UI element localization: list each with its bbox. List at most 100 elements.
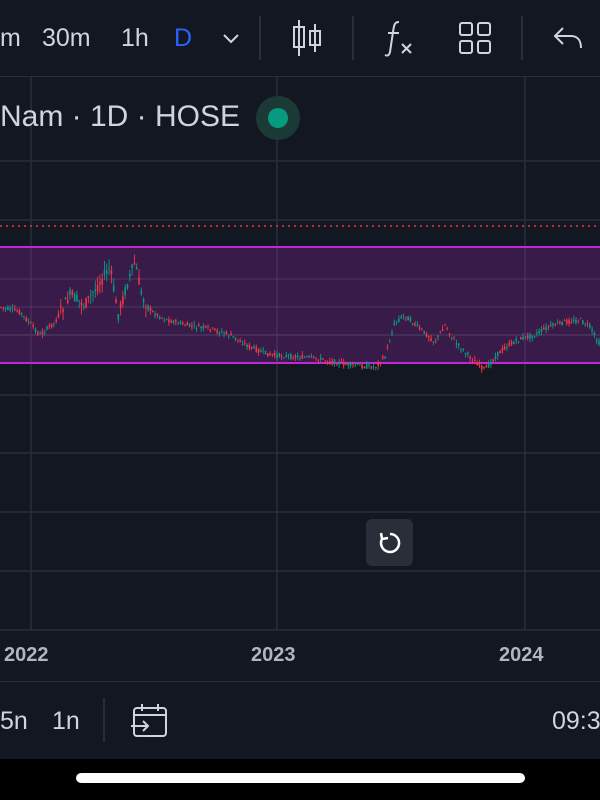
price-chart[interactable]: [0, 77, 600, 680]
candle-body: [204, 325, 207, 328]
candle-body: [324, 360, 327, 362]
candle-body: [315, 357, 317, 359]
candle-body: [536, 332, 538, 334]
home-indicator[interactable]: [76, 773, 525, 783]
candle-body: [467, 352, 469, 355]
candle-body: [115, 299, 117, 304]
candle-body: [487, 363, 490, 368]
candle-body: [152, 311, 154, 313]
candle-body: [7, 306, 9, 310]
candle-body: [214, 328, 216, 330]
toolbar-divider: [352, 16, 354, 60]
candle-body: [211, 327, 214, 329]
toolbar-divider: [259, 16, 261, 60]
candle-body: [398, 318, 400, 322]
candle-body: [133, 263, 136, 265]
candle-body: [18, 310, 21, 315]
candle-body: [241, 343, 244, 345]
candle-body: [393, 322, 396, 325]
candle-body: [340, 361, 343, 363]
candle-body: [37, 332, 39, 335]
candle-body: [582, 320, 584, 324]
candle-body: [106, 270, 108, 274]
candle-body: [513, 342, 515, 345]
candle-body: [96, 285, 99, 292]
range-5y[interactable]: 5n: [0, 682, 28, 760]
candle-body: [145, 307, 147, 309]
candle-body: [138, 277, 140, 285]
candle-body: [216, 330, 218, 333]
candle-body: [73, 293, 76, 302]
candle-body: [181, 323, 184, 325]
layout-grid-icon[interactable]: [457, 0, 493, 76]
candle-body: [570, 322, 573, 323]
candle-body: [198, 324, 200, 327]
candle-body: [154, 314, 156, 316]
interval-minutes[interactable]: m: [0, 0, 21, 76]
candle-body: [195, 328, 198, 329]
candle-body: [317, 360, 320, 362]
candle-body: [568, 319, 570, 324]
candle-body: [319, 357, 322, 360]
candle-body: [586, 323, 589, 325]
candle-body: [149, 307, 152, 311]
interval-30m[interactable]: 30m: [42, 0, 91, 76]
candle-body: [347, 362, 350, 366]
candle-body: [4, 307, 7, 309]
chevron-down-icon[interactable]: [220, 0, 242, 76]
candle-body: [561, 321, 563, 326]
candle-body: [237, 339, 239, 341]
candle-body: [103, 270, 106, 275]
toolbar-divider: [521, 16, 523, 60]
candle-body: [83, 305, 85, 307]
candle-body: [441, 329, 444, 332]
candle-body: [177, 323, 179, 325]
candle-body: [32, 324, 34, 327]
candle-body: [39, 333, 41, 335]
candle-body: [363, 366, 366, 369]
candle-body: [575, 319, 577, 323]
candle-body: [142, 299, 145, 303]
candle-body: [593, 332, 596, 335]
candle-body: [345, 364, 347, 365]
reset-chart-button[interactable]: [366, 519, 413, 566]
candle-body: [540, 329, 543, 333]
candle-body: [503, 346, 506, 350]
candle-body: [301, 354, 304, 359]
candle-body: [131, 264, 133, 269]
candle-body: [89, 294, 92, 296]
interval-day[interactable]: D: [174, 0, 192, 76]
candle-body: [407, 316, 409, 321]
candle-body: [529, 334, 531, 339]
candle-body: [499, 350, 501, 354]
candle-body: [101, 279, 103, 285]
candle-body: [510, 341, 513, 344]
candle-body: [515, 338, 517, 341]
candle-body: [43, 332, 46, 334]
candle-body: [62, 309, 64, 312]
candle-body: [69, 289, 71, 295]
indicators-fx-icon[interactable]: [383, 0, 415, 76]
candle-body: [92, 291, 94, 294]
candle-body: [119, 302, 122, 309]
candle-body: [60, 305, 62, 308]
candle-body: [253, 346, 255, 349]
candle-body: [46, 326, 48, 330]
candle-body: [517, 341, 520, 343]
range-1y[interactable]: 1n: [52, 682, 80, 760]
candle-body: [108, 267, 110, 269]
candle-body: [283, 357, 285, 359]
interval-1h[interactable]: 1h: [121, 0, 149, 76]
candlestick-icon[interactable]: [289, 0, 325, 76]
candle-body: [218, 332, 221, 334]
candle-body: [384, 356, 386, 359]
candle-body: [322, 358, 324, 360]
candle-body: [591, 329, 593, 332]
go-to-date-icon[interactable]: [131, 682, 169, 760]
candle-body: [520, 337, 522, 340]
chart-pane[interactable]: [0, 77, 600, 680]
candle-body: [170, 320, 172, 323]
candle-body: [117, 314, 120, 320]
undo-icon[interactable]: [552, 0, 584, 76]
candle-body: [280, 355, 283, 358]
